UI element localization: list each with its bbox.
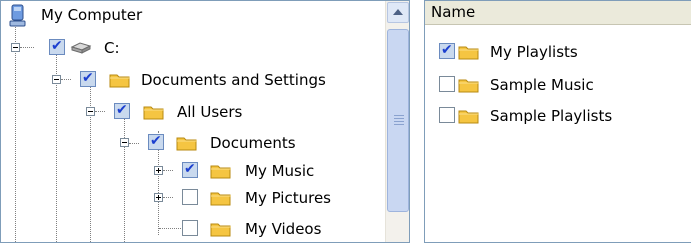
tree-node-label: My Pictures bbox=[245, 189, 331, 207]
collapse-toggle[interactable] bbox=[11, 43, 20, 52]
checkbox-unchecked[interactable] bbox=[182, 189, 198, 205]
column-header-label: Name bbox=[431, 3, 476, 21]
tree-node-all-users[interactable]: ✔ All Users bbox=[1, 99, 381, 125]
checkbox-checked[interactable]: ✔ bbox=[148, 133, 164, 150]
checkbox-checked[interactable]: ✔ bbox=[114, 102, 130, 119]
column-header-name[interactable]: Name bbox=[425, 1, 691, 25]
list-item[interactable]: Sample Playlists bbox=[433, 103, 683, 129]
checkbox-unchecked[interactable] bbox=[439, 76, 455, 92]
tree-node-documents-and-settings[interactable]: ✔ Documents and Settings bbox=[1, 67, 381, 93]
folder-icon bbox=[176, 137, 197, 151]
list-item-label: Sample Music bbox=[490, 76, 594, 94]
scrollbar-thumb[interactable] bbox=[387, 29, 409, 212]
list-item[interactable]: Sample Music bbox=[433, 72, 683, 98]
checkbox-unchecked[interactable] bbox=[182, 220, 198, 236]
collapse-toggle[interactable] bbox=[86, 107, 95, 116]
checkbox-checked[interactable]: ✔ bbox=[439, 42, 455, 59]
tree-node-label: C: bbox=[104, 39, 120, 57]
folder-tree-pane[interactable]: My Computer ✔ C: ✔ Documents and Setting… bbox=[0, 0, 410, 243]
collapse-toggle[interactable] bbox=[120, 138, 129, 147]
thumb-grip bbox=[394, 121, 404, 122]
tree-node-documents[interactable]: ✔ Documents bbox=[1, 130, 381, 156]
expand-toggle[interactable] bbox=[154, 193, 163, 202]
tree-node-label: My Music bbox=[245, 162, 315, 180]
tree-node-label: Documents and Settings bbox=[141, 71, 326, 89]
tree-node-label: My Videos bbox=[245, 220, 322, 238]
folder-icon bbox=[109, 74, 130, 88]
scroll-up-button[interactable] bbox=[387, 2, 409, 23]
tree-node-label: Documents bbox=[210, 134, 296, 152]
folder-list-pane[interactable]: Name ✔ My Playlists Sample Music Sample … bbox=[424, 0, 691, 243]
folder-icon bbox=[210, 223, 231, 237]
folder-icon bbox=[458, 46, 479, 60]
list-item[interactable]: ✔ My Playlists bbox=[433, 39, 683, 65]
checkbox-checked[interactable]: ✔ bbox=[49, 38, 65, 55]
thumb-grip bbox=[394, 118, 404, 119]
folder-icon bbox=[458, 79, 479, 93]
checkbox-checked[interactable]: ✔ bbox=[182, 161, 198, 178]
folder-icon bbox=[458, 110, 479, 124]
thumb-grip bbox=[394, 124, 404, 125]
expand-toggle[interactable] bbox=[154, 166, 163, 175]
tree-root-label: My Computer bbox=[41, 6, 143, 24]
computer-icon bbox=[9, 4, 26, 27]
tree-node-my-pictures[interactable]: My Pictures bbox=[1, 184, 381, 210]
tree-node-label: All Users bbox=[177, 103, 243, 121]
drive-icon bbox=[70, 42, 92, 54]
checkbox-checked[interactable]: ✔ bbox=[80, 70, 96, 87]
folder-icon bbox=[210, 165, 231, 179]
thumb-grip bbox=[394, 115, 404, 116]
folder-icon bbox=[210, 192, 231, 206]
list-item-label: My Playlists bbox=[490, 43, 578, 61]
checkbox-unchecked[interactable] bbox=[439, 107, 455, 123]
collapse-toggle[interactable] bbox=[52, 75, 61, 84]
tree-node-drive-c[interactable]: ✔ C: bbox=[1, 35, 381, 61]
list-item-label: Sample Playlists bbox=[490, 107, 613, 125]
folder-icon bbox=[143, 106, 164, 120]
tree-node-my-music[interactable]: ✔ My Music bbox=[1, 157, 381, 183]
tree-node-my-videos[interactable]: My Videos bbox=[1, 215, 381, 241]
tree-vertical-scrollbar[interactable] bbox=[385, 1, 409, 242]
